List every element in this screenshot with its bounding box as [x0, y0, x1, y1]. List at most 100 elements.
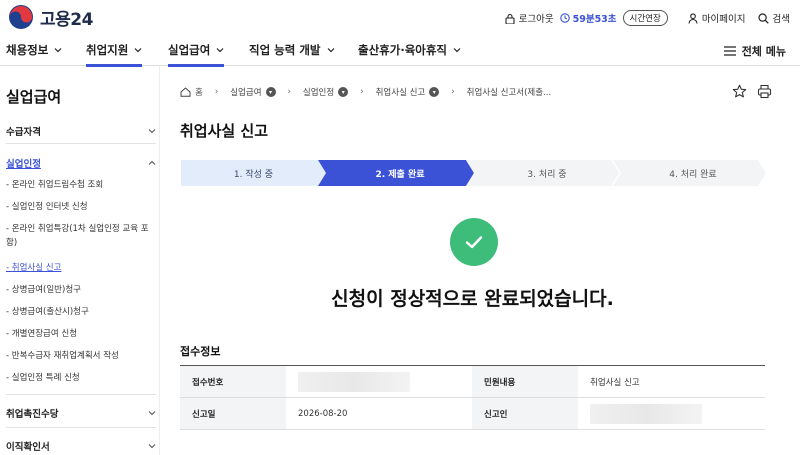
table-row: 신고일 2026-08-20 신고인 [180, 398, 765, 430]
gnb-label: 채용정보 [6, 43, 49, 57]
breadcrumb-separator: › [287, 87, 291, 97]
progress-steps: 1. 작성 중 2. 제출 완료 3. 처리 중 4. 처리 완료 [181, 160, 766, 186]
logout-link[interactable]: 로그아웃 [505, 11, 554, 25]
section-label: 이직확인서 [6, 442, 50, 453]
taegeuk-logo-icon [9, 5, 33, 29]
breadcrumb-separator: › [360, 87, 364, 97]
session-timer: 59분53초 [559, 11, 617, 25]
extend-session-button[interactable]: 시간연장 [622, 10, 668, 26]
sidebar: 실업급여 수급자격 실업인정 - 온라인 취업드림수첩 조회 - 실업인정 인터… [0, 66, 160, 455]
search-label: 검색 [772, 14, 790, 25]
chevron-up-icon [148, 160, 156, 165]
table-header-cell: 신고인 [472, 398, 578, 429]
dropdown-icon[interactable]: ▾ [429, 87, 440, 97]
header: 고용24 로그아웃 59분53초 시간연장 마이페이지 검색 [0, 0, 800, 36]
receipt-section-title: 접수정보 [180, 345, 221, 358]
gnb-item-employment-support[interactable]: 취업지원 [86, 42, 143, 67]
chevron-down-icon [148, 129, 156, 134]
sidebar-link-internet-application[interactable]: - 실업인정 인터넷 신청 [6, 200, 156, 214]
user-icon [688, 12, 698, 24]
page-tools [732, 84, 772, 99]
step-1: 1. 작성 중 [233, 169, 274, 180]
mypage-link[interactable]: 마이페이지 [688, 11, 746, 25]
breadcrumb-label: 실업급여 [230, 88, 262, 98]
gnb-item-unemployment-benefit[interactable]: 실업급여 [168, 42, 225, 67]
lock-icon [505, 13, 515, 24]
breadcrumb-separator: › [214, 87, 219, 97]
sidebar-link-dream-notebook[interactable]: - 온라인 취업드림수첩 조회 [6, 178, 156, 192]
report-date-value: 2026-08-20 [298, 408, 348, 419]
gnb-item-vocational-training[interactable]: 직업 능력 개발 [249, 42, 335, 58]
gnb-label: 출산휴가·육아휴직 [358, 43, 448, 57]
request-content-value: 취업사실 신고 [590, 377, 640, 388]
site-logo[interactable]: 고용24 [8, 4, 93, 30]
sidebar-link-individual-extension[interactable]: - 개별연장급여 신청 [6, 327, 156, 341]
step-2-current: 2. 제출 완료 [375, 169, 425, 180]
sidebar-section-separation-cert[interactable]: 이직확인서 [6, 439, 156, 453]
step-3: 3. 처리 중 [527, 169, 567, 180]
breadcrumb-separator: › [451, 87, 455, 97]
chevron-down-icon [148, 411, 156, 416]
breadcrumb-item[interactable]: 취업사실 신고 ▾ [376, 86, 440, 98]
page-title: 취업사실 신고 [180, 122, 269, 140]
receipt-table: 접수번호 민원내용 취업사실 신고 신고일 2026-08-20 신고인 [180, 365, 765, 430]
completion-message: 신청이 정상적으로 완료되었습니다. [331, 288, 614, 310]
chevron-down-icon [148, 444, 156, 449]
breadcrumb-item[interactable]: 실업인정 ▾ [302, 86, 349, 98]
masked-value [590, 403, 702, 424]
sidebar-link-employment-report[interactable]: - 취업사실 신고 [6, 261, 156, 275]
sidebar-link-special-application[interactable]: - 실업인정 특례 신청 [6, 371, 156, 385]
receipt-number-value [286, 366, 472, 397]
reporter-value [578, 398, 764, 429]
sidebar-section-eligibility[interactable]: 수급자격 [6, 124, 156, 138]
gnb-item-jobs[interactable]: 채용정보 [6, 42, 62, 58]
divider [6, 394, 156, 395]
sidebar-section-job-promotion[interactable]: 취업촉진수당 [6, 406, 156, 420]
dropdown-icon[interactable]: ▾ [265, 87, 276, 97]
success-check-icon [450, 218, 498, 266]
chevron-down-icon [453, 48, 461, 53]
home-icon [180, 87, 191, 97]
chevron-down-icon [54, 48, 62, 53]
breadcrumb-label: 취업사실 신고 [375, 88, 426, 98]
breadcrumb-label: 실업인정 [302, 88, 335, 98]
sidebar-title: 실업급여 [6, 88, 62, 106]
breadcrumb-home[interactable]: 홈 [180, 86, 203, 98]
gnb-label: 직업 능력 개발 [249, 43, 321, 57]
table-header-cell: 민원내용 [472, 366, 578, 397]
sidebar-section-recognition[interactable]: 실업인정 [6, 156, 156, 170]
all-menu-button[interactable]: 전체 메뉴 [723, 43, 786, 59]
breadcrumb-label: 취업사실 신고서(제출... [466, 88, 552, 98]
sidebar-link-online-lecture[interactable]: - 온라인 취업특강(1차 실업인정 교육 포함) [6, 222, 156, 250]
gnb-item-parental-leave[interactable]: 출산휴가·육아휴직 [358, 42, 461, 58]
utility-bar: 로그아웃 59분53초 시간연장 마이페이지 검색 [505, 10, 790, 26]
breadcrumb-item[interactable]: 실업급여 ▾ [230, 86, 276, 98]
sidebar-link-sickness-childbirth[interactable]: - 상병급여(출산시)청구 [6, 305, 156, 319]
section-label: 수급자격 [6, 127, 41, 138]
sidebar-link-sickness-general[interactable]: - 상병급여(일반)청구 [6, 283, 156, 297]
gnb-label: 취업지원 [86, 43, 129, 57]
search-button[interactable]: 검색 [757, 11, 790, 25]
all-menu-label: 전체 메뉴 [741, 45, 786, 58]
main-navigation: 채용정보 취업지원 실업급여 직업 능력 개발 출산휴가·육아휴직 전체 메뉴 [0, 36, 800, 67]
table-header-cell: 접수번호 [180, 366, 286, 397]
chevron-down-icon [216, 48, 224, 53]
sidebar-link-reemployment-plan[interactable]: - 반복수급자 재취업계획서 작성 [6, 349, 156, 363]
logo-text: 고용24 [40, 9, 93, 30]
mypage-label: 마이페이지 [701, 14, 746, 25]
table-header-cell: 신고일 [180, 398, 286, 429]
star-icon[interactable] [732, 84, 747, 99]
logout-label: 로그아웃 [518, 14, 554, 25]
table-row: 접수번호 민원내용 취업사실 신고 [180, 366, 765, 398]
breadcrumb-label: 홈 [195, 88, 203, 98]
print-icon[interactable] [757, 84, 772, 99]
breadcrumb-current: 취업사실 신고서(제출... [467, 86, 552, 98]
hamburger-icon [723, 46, 736, 56]
breadcrumb: 홈 › 실업급여 ▾ › 실업인정 ▾ › 취업사실 신고 ▾ › 취업사실 신… [180, 86, 551, 98]
search-icon [757, 12, 769, 24]
section-label: 실업인정 [6, 159, 41, 170]
dropdown-icon[interactable]: ▾ [338, 87, 349, 97]
step-4: 4. 처리 완료 [669, 169, 717, 180]
chevron-down-icon [327, 48, 334, 53]
section-label: 취업촉진수당 [6, 409, 59, 420]
